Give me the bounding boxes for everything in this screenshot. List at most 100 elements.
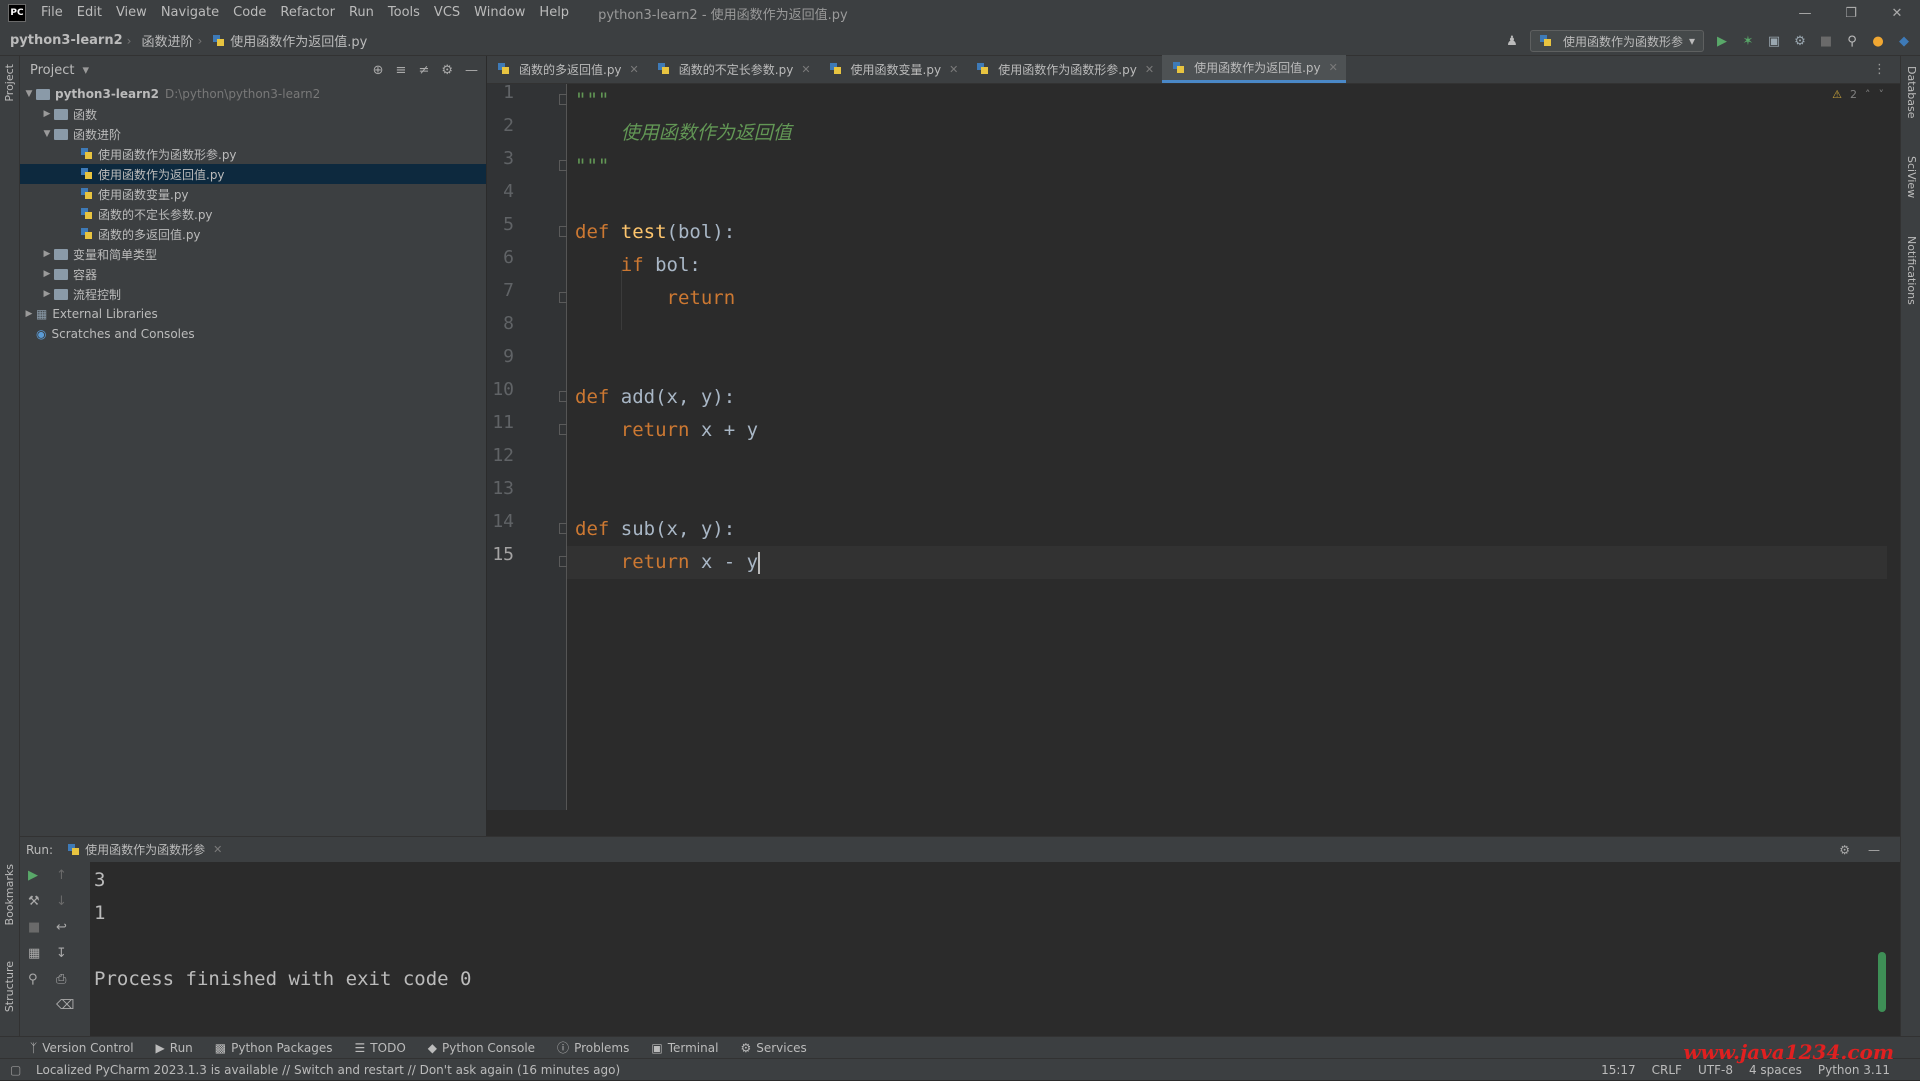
debug-icon[interactable]: ✶ xyxy=(1740,33,1756,49)
menu-file[interactable]: File xyxy=(34,0,70,26)
menu-refactor[interactable]: Refactor xyxy=(273,0,342,26)
tree-file[interactable]: 使用函数变量.py xyxy=(20,184,486,204)
menu-run[interactable]: Run xyxy=(342,0,381,26)
scroll-to-end-icon[interactable]: ↧ xyxy=(56,946,67,961)
menu-edit[interactable]: Edit xyxy=(70,0,109,26)
tool-python-packages[interactable]: ▩ Python Packages xyxy=(215,1041,333,1055)
breadcrumb-project[interactable]: python3-learn2 xyxy=(0,33,123,48)
chevron-down-icon[interactable]: ▾ xyxy=(82,63,89,78)
search-icon[interactable]: ⚲ xyxy=(1844,33,1860,49)
caret-position[interactable]: 15:17 xyxy=(1601,1063,1636,1077)
project-panel-title[interactable]: Project xyxy=(30,63,74,78)
menu-tools[interactable]: Tools xyxy=(381,0,427,26)
tab-options-icon[interactable]: ⋮ xyxy=(1873,62,1886,77)
notifications-tool-button[interactable]: Notifications xyxy=(1905,236,1918,305)
tool-run[interactable]: ▶ Run xyxy=(156,1041,193,1055)
run-icon[interactable]: ▶ xyxy=(1714,33,1730,49)
tree-folder-containers[interactable]: ▶ 容器 xyxy=(20,264,486,284)
code-editor[interactable]: """ 使用函数作为返回值 """ def test(bol): if bol:… xyxy=(567,84,1900,810)
status-message[interactable]: Localized PyCharm 2023.1.3 is available … xyxy=(36,1063,620,1077)
close-icon[interactable]: ✕ xyxy=(801,63,810,76)
inspection-widget[interactable]: ⚠ 2 ˄ ˅ xyxy=(1832,88,1884,101)
tree-root[interactable]: ▼ python3-learn2 D:\python\python3-learn… xyxy=(20,84,486,104)
tool-todo[interactable]: ☰ TODO xyxy=(355,1041,406,1055)
tree-scratches[interactable]: ◉ Scratches and Consoles xyxy=(20,324,486,344)
hide-icon[interactable]: — xyxy=(1868,843,1880,857)
sciview-tool-button[interactable]: SciView xyxy=(1905,156,1918,198)
close-icon[interactable]: ✕ xyxy=(213,843,222,856)
indent-setting[interactable]: 4 spaces xyxy=(1749,1063,1802,1077)
close-icon[interactable]: ✕ xyxy=(949,63,958,76)
line-separator[interactable]: CRLF xyxy=(1652,1063,1682,1077)
expand-all-icon[interactable]: ≡ xyxy=(396,63,407,78)
menu-code[interactable]: Code xyxy=(226,0,273,26)
menu-help[interactable]: Help xyxy=(532,0,576,26)
tree-file[interactable]: 函数的不定长参数.py xyxy=(20,204,486,224)
run-console[interactable]: 3 1 Process finished with exit code 0 xyxy=(90,862,1890,1036)
minimize-icon[interactable]: — xyxy=(1782,0,1828,26)
tab-function-as-return[interactable]: 使用函数作为返回值.py ✕ xyxy=(1162,55,1346,83)
database-tool-button[interactable]: Database xyxy=(1905,66,1918,119)
tree-folder-functions[interactable]: ▶ 函数 xyxy=(20,104,486,124)
collapse-all-icon[interactable]: ≠ xyxy=(418,63,429,78)
close-icon[interactable]: ✕ xyxy=(630,63,639,76)
tree-file-selected[interactable]: 使用函数作为返回值.py xyxy=(20,164,486,184)
layout-toggle-icon[interactable]: ▢ xyxy=(10,1063,21,1077)
chevron-down-icon[interactable]: ˅ xyxy=(1879,88,1885,101)
tool-python-console[interactable]: ◆ Python Console xyxy=(428,1041,535,1055)
run-tab[interactable]: 使用函数作为函数形参 ✕ xyxy=(67,841,222,858)
tool-version-control[interactable]: ᛉ Version Control xyxy=(30,1041,134,1055)
tree-folder-variables[interactable]: ▶ 变量和简单类型 xyxy=(20,244,486,264)
scroll-down-icon[interactable]: ↓ xyxy=(56,894,67,909)
breadcrumb-folder[interactable]: 函数进阶 xyxy=(131,31,193,50)
tree-file[interactable]: 使用函数作为函数形参.py xyxy=(20,144,486,164)
pin-icon[interactable]: ⚲ xyxy=(28,972,38,987)
tab-varargs[interactable]: 函数的不定长参数.py ✕ xyxy=(647,55,819,83)
profile-icon[interactable]: ⚙ xyxy=(1792,33,1808,49)
menu-vcs[interactable]: VCS xyxy=(427,0,467,26)
gear-icon[interactable]: ⚙ xyxy=(1839,843,1850,857)
tree-folder-control-flow[interactable]: ▶ 流程控制 xyxy=(20,284,486,304)
tool-terminal[interactable]: ▣ Terminal xyxy=(651,1041,718,1055)
structure-tool-button[interactable]: Structure xyxy=(3,961,16,1012)
console-scrollbar[interactable] xyxy=(1878,952,1886,1012)
tab-function-variable[interactable]: 使用函数变量.py ✕ xyxy=(819,55,967,83)
tree-folder-advanced-functions[interactable]: ▼ 函数进阶 xyxy=(20,124,486,144)
restore-icon[interactable]: ❐ xyxy=(1828,0,1874,26)
run-configuration-select[interactable]: 使用函数作为函数形参 ▾ xyxy=(1529,30,1704,52)
tool-problems[interactable]: ⓘ Problems xyxy=(557,1039,629,1056)
close-icon[interactable]: ✕ xyxy=(1329,61,1338,74)
stop-icon[interactable]: ■ xyxy=(1818,33,1834,49)
locate-icon[interactable]: ⊕ xyxy=(373,63,384,78)
coverage-icon[interactable]: ▣ xyxy=(1766,33,1782,49)
rerun-icon[interactable]: ▶ xyxy=(28,868,38,883)
user-icon[interactable]: ♟ xyxy=(1504,33,1520,49)
bookmarks-tool-button[interactable]: Bookmarks xyxy=(3,864,16,925)
python-interpreter[interactable]: Python 3.11 xyxy=(1818,1063,1890,1077)
file-encoding[interactable]: UTF-8 xyxy=(1698,1063,1733,1077)
soft-wrap-icon[interactable]: ↩ xyxy=(56,920,67,935)
tree-external-libraries[interactable]: ▶ ▦ External Libraries xyxy=(20,304,486,324)
menu-window[interactable]: Window xyxy=(467,0,532,26)
print-icon[interactable]: ⎙ xyxy=(56,972,66,987)
ide-logo-icon[interactable]: ◆ xyxy=(1896,33,1912,49)
tab-multi-return[interactable]: 函数的多返回值.py ✕ xyxy=(487,55,647,83)
tool-services[interactable]: ⚙ Services xyxy=(740,1041,806,1055)
layout-icon[interactable]: ▦ xyxy=(28,946,40,961)
close-icon[interactable]: ✕ xyxy=(1874,0,1920,26)
breadcrumb-file[interactable]: 使用函数作为返回值.py xyxy=(202,31,367,50)
chevron-up-icon[interactable]: ˄ xyxy=(1865,88,1871,101)
scroll-up-icon[interactable]: ↑ xyxy=(56,868,67,883)
update-icon[interactable]: ● xyxy=(1870,33,1886,49)
menu-view[interactable]: View xyxy=(109,0,154,26)
hide-icon[interactable]: — xyxy=(465,63,478,78)
close-icon[interactable]: ✕ xyxy=(1145,63,1154,76)
tree-file[interactable]: 函数的多返回值.py xyxy=(20,224,486,244)
trash-icon[interactable]: ⌫ xyxy=(56,998,74,1013)
project-tool-button[interactable]: Project xyxy=(3,64,16,102)
stop-icon[interactable]: ■ xyxy=(28,920,40,935)
wrench-icon[interactable]: ⚒ xyxy=(28,894,40,909)
gear-icon[interactable]: ⚙ xyxy=(441,63,453,78)
menu-navigate[interactable]: Navigate xyxy=(154,0,226,26)
tab-function-as-param[interactable]: 使用函数作为函数形参.py ✕ xyxy=(966,55,1162,83)
